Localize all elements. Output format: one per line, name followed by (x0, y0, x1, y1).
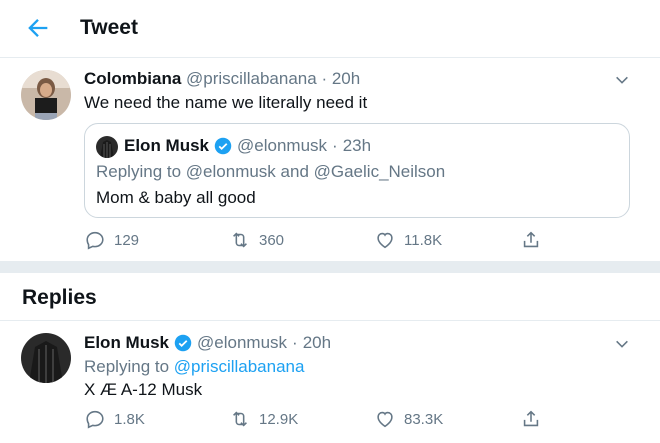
replying-to-prefix: Replying to (96, 162, 182, 181)
retweet-button[interactable]: 12.9K (229, 408, 298, 430)
quoted-tweet-time: 23h (342, 136, 372, 155)
reply-actions: 1.8K 12.9K 83.3K (0, 408, 660, 432)
reply-author-handle[interactable]: @elonmusk (197, 333, 287, 353)
retweet-button[interactable]: 360 (229, 229, 284, 251)
quoted-tweet-header: Elon Musk @elonmusk · 23h (124, 136, 371, 156)
reply-count: 1.8K (114, 410, 145, 428)
reply-button[interactable]: 129 (84, 229, 139, 251)
dot-separator: · (332, 136, 338, 155)
replies-separator (0, 320, 660, 321)
replying-to-users: @elonmusk and @Gaelic_Neilson (185, 162, 446, 181)
replying-to-prefix: Replying to (84, 357, 170, 376)
quoted-author-name: Elon Musk (124, 136, 210, 155)
like-count: 83.3K (404, 410, 444, 428)
verified-badge-icon (214, 137, 232, 155)
quoted-replying-to: Replying to @elonmusk and @Gaelic_Neilso… (96, 162, 445, 182)
replying-to-user-link[interactable]: @priscillabanana (174, 357, 305, 376)
retweet-count: 360 (259, 231, 285, 249)
like-button[interactable]: 11.8K (374, 229, 442, 251)
reply-count: 129 (114, 231, 140, 249)
back-arrow-icon[interactable] (24, 14, 52, 42)
reply-author-name[interactable]: Elon Musk (84, 333, 169, 353)
tweet-author-handle[interactable]: @priscillabanana (186, 69, 317, 88)
dot-separator: · (321, 69, 328, 88)
quoted-author-avatar (96, 136, 118, 158)
tweet-author-name[interactable]: Colombiana (84, 69, 181, 88)
reply-author-avatar[interactable] (21, 333, 71, 383)
share-icon (523, 231, 539, 248)
reply-icon (86, 410, 104, 429)
share-icon (523, 410, 539, 427)
chevron-down-icon[interactable] (614, 72, 630, 88)
quoted-tweet-text: Mom & baby all good (96, 188, 256, 207)
tweet-actions: 129 360 11.8K (0, 229, 660, 253)
retweet-icon (233, 411, 247, 427)
share-button[interactable] (520, 229, 542, 251)
chevron-down-icon[interactable] (614, 336, 630, 352)
like-count: 11.8K (404, 231, 443, 249)
reply-button[interactable]: 1.8K (84, 408, 145, 430)
verified-badge-icon (174, 334, 192, 352)
like-icon (377, 232, 393, 249)
replies-heading: Replies (22, 286, 97, 309)
reply-time[interactable]: 20h (303, 333, 331, 353)
retweet-count: 12.9K (259, 410, 299, 428)
like-icon (377, 411, 393, 428)
like-button[interactable]: 83.3K (374, 408, 443, 430)
tweet-text: We need the name we literally need it (84, 93, 368, 112)
dot-separator: · (292, 333, 298, 352)
page-title: Tweet (80, 16, 138, 39)
retweet-icon (233, 232, 247, 248)
reply-icon (86, 231, 104, 250)
share-button[interactable] (520, 408, 542, 430)
quoted-author-handle: @elonmusk (237, 136, 328, 155)
tweet-header: Colombiana @priscillabanana · 20h (84, 69, 360, 89)
reply-text: X Æ A-12 Musk (84, 380, 203, 399)
reply-replying-to: Replying to @priscillabanana (84, 357, 304, 377)
reply-header: Elon Musk @elonmusk · 20h (84, 333, 331, 353)
section-divider (0, 261, 660, 273)
tweet-time[interactable]: 20h (332, 69, 360, 88)
tweet-author-avatar[interactable] (21, 70, 71, 120)
